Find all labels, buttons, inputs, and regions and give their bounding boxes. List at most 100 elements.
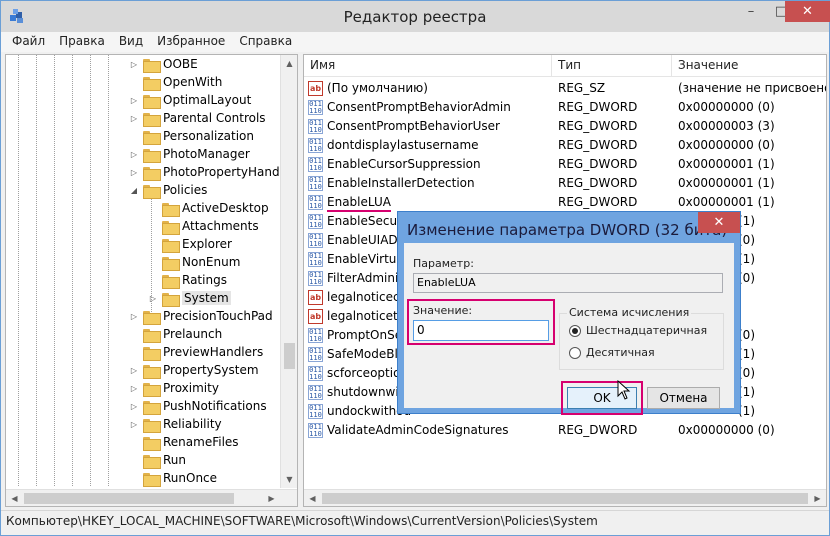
- radio-hex[interactable]: [569, 325, 581, 337]
- scroll-thumb[interactable]: [322, 493, 808, 504]
- tree-item[interactable]: Ratings: [148, 271, 227, 289]
- expand-arrow-icon[interactable]: ◢: [129, 186, 139, 195]
- expand-arrow-icon[interactable]: ▷: [129, 60, 139, 69]
- title-bar[interactable]: Редактор реестра – □ ✕: [1, 1, 830, 32]
- tree-item[interactable]: PreviewHandlers: [129, 343, 263, 361]
- column-header-type[interactable]: Тип: [552, 55, 672, 77]
- radio-decimal-label[interactable]: Десятичная: [586, 346, 655, 359]
- menu-file[interactable]: Файл: [5, 32, 52, 52]
- tree-item[interactable]: Attachments: [148, 217, 259, 235]
- key-tree-pane[interactable]: ▷ OOBE OpenWith ▷ OptimalLayout ▷ Parental Con…: [5, 54, 298, 507]
- tree-item[interactable]: ▷ PhotoPropertyHandle: [129, 163, 290, 181]
- scroll-left-arrow-icon[interactable]: ◀: [6, 490, 23, 506]
- tree-item-label[interactable]: PreviewHandlers: [163, 345, 263, 359]
- scroll-up-arrow-icon[interactable]: ▲: [281, 55, 297, 72]
- tree-item[interactable]: ▷ Proximity: [129, 379, 219, 397]
- tree-item-label[interactable]: OpenWith: [163, 75, 222, 89]
- expand-arrow-icon[interactable]: ▷: [148, 294, 158, 303]
- tree-horizontal-scrollbar[interactable]: ◀ ▶: [6, 489, 297, 506]
- menu-view[interactable]: Вид: [112, 32, 150, 52]
- scroll-thumb[interactable]: [24, 493, 234, 504]
- value-row[interactable]: 011 110 EnableInstallerDetection REG_DWORD 0…: [304, 174, 814, 193]
- tree-item[interactable]: ▷ OptimalLayout: [129, 91, 251, 109]
- expand-arrow-icon[interactable]: ▷: [129, 150, 139, 159]
- tree-item[interactable]: RenameFiles: [129, 433, 239, 451]
- scroll-left-arrow-icon[interactable]: ◀: [304, 490, 321, 506]
- expand-arrow-icon[interactable]: ▷: [129, 402, 139, 411]
- column-header-value[interactable]: Значение: [672, 55, 826, 77]
- list-horizontal-scrollbar[interactable]: ◀ ▶: [304, 489, 826, 506]
- dialog-title: Изменение параметра DWORD (32 бита): [407, 221, 728, 239]
- value-row[interactable]: 011 110 ConsentPromptBehaviorAdmin REG_DWOR…: [304, 98, 814, 117]
- tree-item-label[interactable]: System: [182, 291, 231, 305]
- tree-item[interactable]: ◢ Policies: [129, 181, 207, 199]
- tree-item[interactable]: ▷ System: [148, 289, 231, 307]
- column-header-name[interactable]: Имя: [304, 55, 552, 77]
- expand-arrow-icon[interactable]: ▷: [129, 168, 139, 177]
- value-row[interactable]: 011 110 ConsentPromptBehaviorUser REG_DWORD…: [304, 117, 814, 136]
- tree-item-label[interactable]: Policies: [163, 183, 207, 197]
- tree-item[interactable]: ▷ PrecisionTouchPad: [129, 307, 273, 325]
- value-row[interactable]: 011 110 EnableLUA REG_DWORD 0x00000001 (1): [304, 193, 814, 212]
- scroll-right-arrow-icon[interactable]: ▶: [809, 490, 826, 506]
- tree-item-label[interactable]: RunOnce: [163, 471, 217, 485]
- tree-item-label[interactable]: RenameFiles: [163, 435, 239, 449]
- tree-item-label[interactable]: PropertySystem: [163, 363, 259, 377]
- tree-item-label[interactable]: OOBE: [163, 57, 198, 71]
- tree-item[interactable]: ▷ Parental Controls: [129, 109, 266, 127]
- tree-item[interactable]: Prelaunch: [129, 325, 222, 343]
- radio-decimal[interactable]: [569, 347, 581, 359]
- tree-item[interactable]: ▷ OOBE: [129, 55, 198, 73]
- tree-item-label[interactable]: Explorer: [182, 237, 232, 251]
- expand-arrow-icon[interactable]: ▷: [129, 312, 139, 321]
- tree-item-label[interactable]: PrecisionTouchPad: [163, 309, 273, 323]
- tree-item-label[interactable]: Prelaunch: [163, 327, 222, 341]
- minimize-button[interactable]: –: [736, 1, 766, 22]
- expand-arrow-icon[interactable]: ▷: [129, 420, 139, 429]
- tree-item-label[interactable]: Run: [163, 453, 186, 467]
- value-row[interactable]: 011 110 EnableCursorSuppression REG_DWORD 0x…: [304, 155, 814, 174]
- tree-item[interactable]: RunOnce: [129, 469, 217, 487]
- tree-item-label[interactable]: Proximity: [163, 381, 219, 395]
- scroll-right-arrow-icon[interactable]: ▶: [263, 490, 280, 506]
- menu-favorites[interactable]: Избранное: [150, 32, 232, 52]
- tree-item[interactable]: OpenWith: [129, 73, 222, 91]
- tree-item[interactable]: ▷ PropertySystem: [129, 361, 259, 379]
- tree-vertical-scrollbar[interactable]: ▲ ▼: [280, 55, 297, 488]
- tree-item[interactable]: ▷ Reliability: [129, 415, 222, 433]
- dialog-close-button[interactable]: ✕: [698, 212, 740, 233]
- scroll-thumb[interactable]: [284, 343, 295, 369]
- expand-arrow-icon[interactable]: ▷: [129, 96, 139, 105]
- radio-hex-label[interactable]: Шестнадцатеричная: [586, 324, 707, 337]
- tree-item[interactable]: ▷ PhotoManager: [129, 145, 250, 163]
- menu-edit[interactable]: Правка: [52, 32, 112, 52]
- tree-item-label[interactable]: Attachments: [182, 219, 259, 233]
- tree-item[interactable]: Explorer: [148, 235, 232, 253]
- tree-item-label[interactable]: NonEnum: [182, 255, 240, 269]
- tree-item-label[interactable]: Parental Controls: [163, 111, 266, 125]
- tree-item[interactable]: Personalization: [129, 127, 254, 145]
- tree-item[interactable]: ▷ PushNotifications: [129, 397, 267, 415]
- value-row[interactable]: ab (По умолчанию) REG_SZ (значение не присв…: [304, 79, 826, 98]
- close-button[interactable]: ✕: [785, 1, 830, 22]
- value-row[interactable]: 011 110 dontdisplaylastusername REG_DWORD 0x…: [304, 136, 814, 155]
- tree-item[interactable]: ActiveDesktop: [148, 199, 269, 217]
- tree-item-label[interactable]: ActiveDesktop: [182, 201, 269, 215]
- tree-item-label[interactable]: PushNotifications: [163, 399, 267, 413]
- cancel-button[interactable]: Отмена: [647, 387, 720, 409]
- expand-arrow-icon[interactable]: ▷: [129, 384, 139, 393]
- expand-arrow-icon[interactable]: ▷: [129, 114, 139, 123]
- scroll-down-arrow-icon[interactable]: ▼: [281, 471, 297, 488]
- expand-arrow-icon[interactable]: ▷: [129, 366, 139, 375]
- tree-item-label[interactable]: Personalization: [163, 129, 254, 143]
- tree-item-label[interactable]: PhotoPropertyHandle: [163, 165, 290, 179]
- tree-item[interactable]: Run: [129, 451, 186, 469]
- tree-item-label[interactable]: OptimalLayout: [163, 93, 251, 107]
- menu-help[interactable]: Справка: [232, 32, 299, 52]
- tree-item-label[interactable]: Ratings: [182, 273, 227, 287]
- folder-icon: [143, 184, 161, 199]
- value-row[interactable]: 011 110 ValidateAdminCodeSignatures REG_DWO…: [304, 421, 814, 440]
- tree-item-label[interactable]: PhotoManager: [163, 147, 250, 161]
- tree-item-label[interactable]: Reliability: [163, 417, 222, 431]
- tree-item[interactable]: NonEnum: [148, 253, 240, 271]
